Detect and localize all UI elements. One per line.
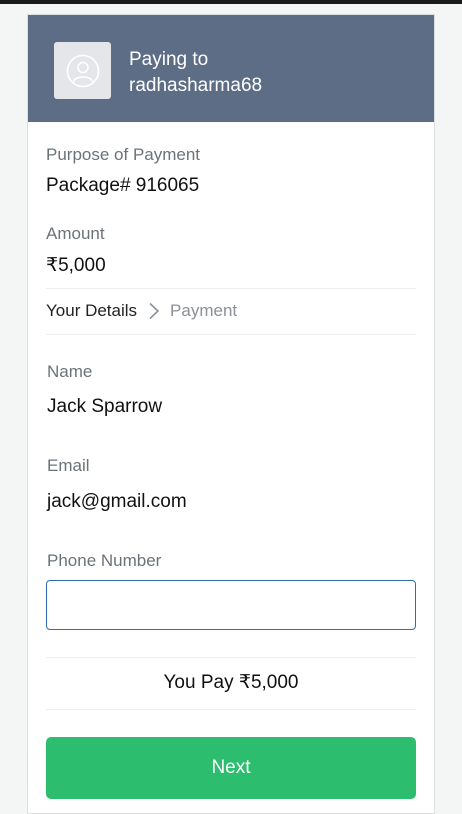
user-avatar-icon	[54, 42, 111, 99]
name-label: Name	[47, 362, 93, 381]
divider	[46, 709, 416, 710]
divider	[46, 657, 416, 658]
payee-info: Paying to radhasharma68	[129, 47, 262, 99]
amount-label: Amount	[46, 224, 105, 243]
paying-to-label: Paying to	[129, 49, 209, 70]
email-label: Email	[47, 456, 90, 475]
divider	[46, 334, 416, 335]
divider	[46, 288, 416, 289]
payee-header: Paying to radhasharma68	[28, 15, 434, 122]
phone-label: Phone Number	[47, 551, 162, 570]
next-button[interactable]: Next	[46, 737, 416, 799]
purpose-label: Purpose of Payment	[46, 145, 201, 164]
payee-username: radhasharma68	[129, 75, 263, 96]
phone-number-input[interactable]	[46, 580, 416, 630]
step-payment[interactable]: Payment	[170, 301, 237, 321]
purpose-value: Package# 916065	[46, 175, 200, 196]
step-your-details: Your Details	[46, 301, 138, 320]
amount-value: ₹5,000	[46, 255, 106, 276]
chevron-right-icon	[148, 302, 160, 320]
you-pay-total: You Pay ₹5,000	[163, 672, 299, 693]
step-breadcrumb: Your Details Payment	[46, 301, 237, 321]
payment-card: Paying to radhasharma68 Purpose of Payme…	[27, 14, 435, 814]
status-bar-edge	[0, 0, 462, 4]
email-value: jack@gmail.com	[47, 491, 187, 512]
name-value: Jack Sparrow	[47, 396, 163, 417]
